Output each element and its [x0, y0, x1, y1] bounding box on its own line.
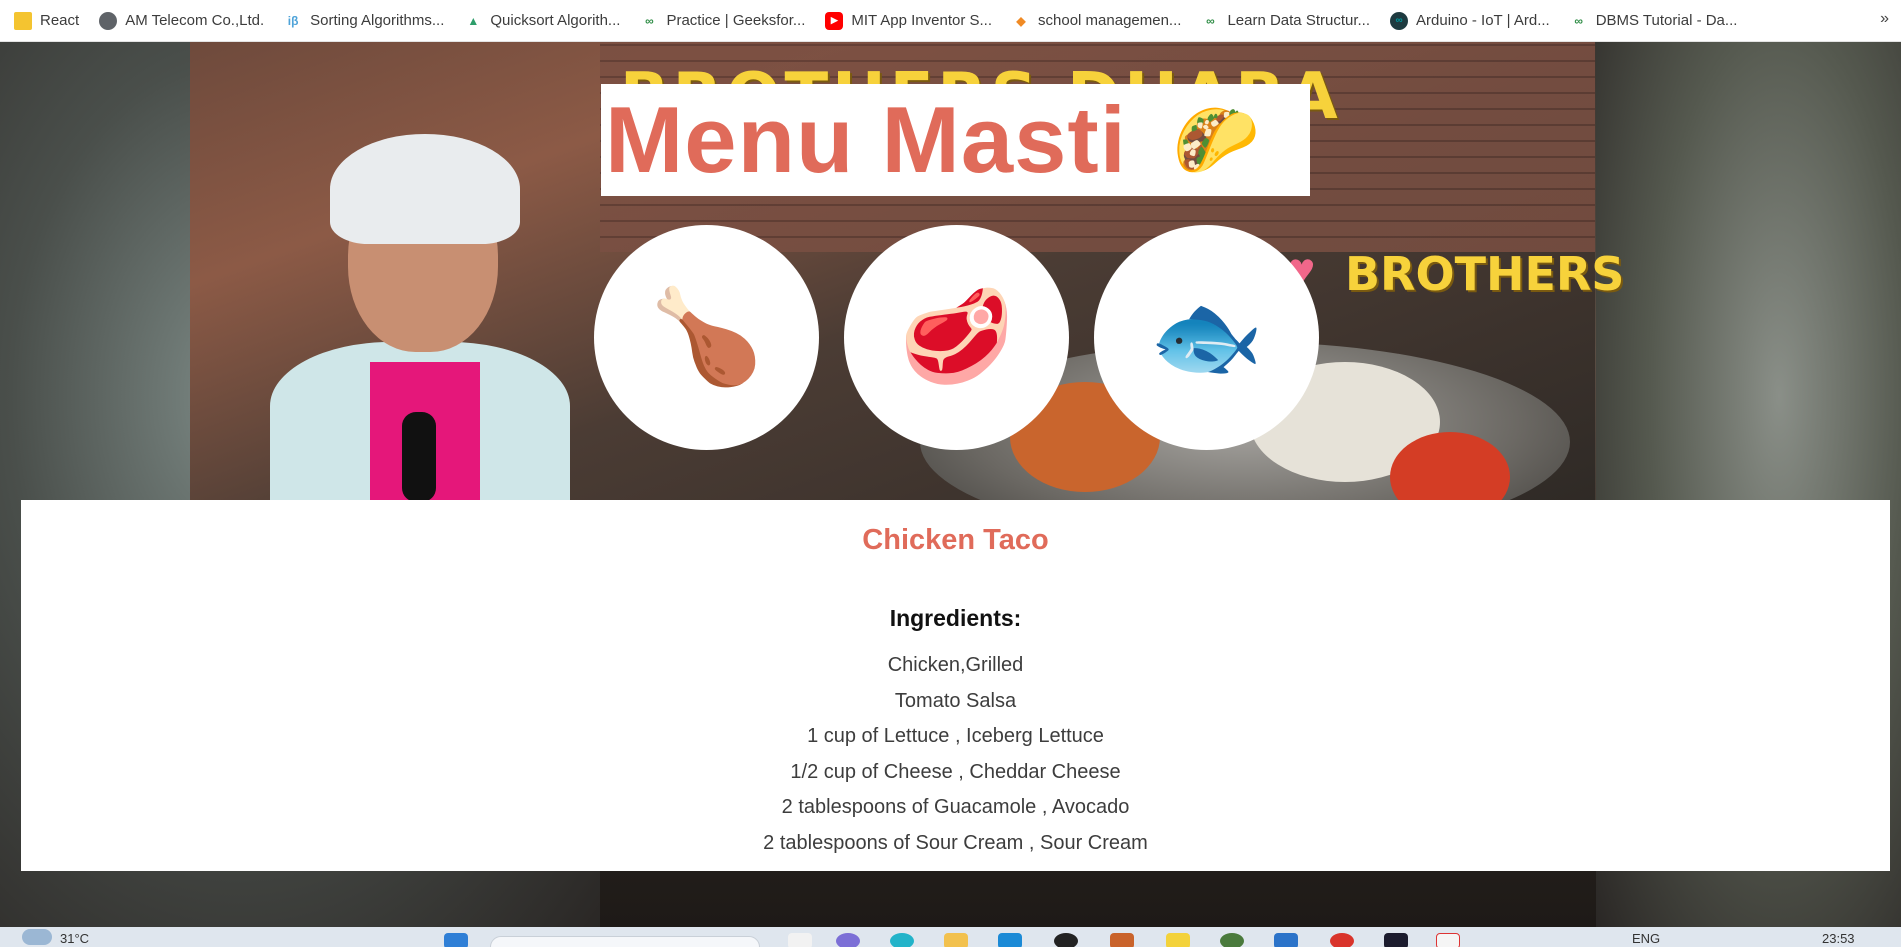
ingredients-heading: Ingredients:	[889, 605, 1022, 631]
bookmark-arduino[interactable]: ∞ Arduino - IoT | Ard...	[1390, 11, 1550, 30]
folder-icon[interactable]	[944, 933, 968, 947]
ingredient-item: 2 tablespoons of Guacamole , Avocado	[781, 796, 1130, 818]
taskbar-app-icon[interactable]	[1436, 933, 1460, 947]
ingredient-item: Tomato Salsa	[894, 689, 1017, 712]
restaurant-sign-secondary: BROTHERS	[1345, 247, 1625, 301]
folder-icon	[14, 11, 32, 30]
site-title: Menu Masti	[605, 87, 1127, 192]
diamond-icon: ◆	[1016, 13, 1026, 28]
bookmark-school-management[interactable]: ◆ school managemen...	[1012, 12, 1181, 30]
meat-icon: 🥩	[899, 286, 1014, 388]
microphone	[402, 412, 436, 502]
recipe-panel: Chicken Taco Ingredients: Chicken,Grille…	[21, 500, 1890, 871]
taskbar-app-icon[interactable]	[890, 933, 914, 947]
bookmark-mit-app-inventor[interactable]: ▶ MIT App Inventor S...	[825, 11, 993, 30]
bookmark-quicksort[interactable]: ▲ Quicksort Algorith...	[464, 12, 620, 30]
bookmark-label: Practice | Geeksfor...	[666, 12, 806, 29]
bookmark-am-telecom[interactable]: AM Telecom Co.,Ltd.	[99, 11, 265, 30]
taco-icon: 🌮	[1172, 101, 1260, 179]
bookmark-label: DBMS Tutorial - Da...	[1595, 12, 1738, 29]
bookmark-practice-gfg[interactable]: ∞ Practice | Geeksfor...	[640, 12, 805, 30]
ingredients-list: Chicken,Grilled Tomato Salsa 1 cup of Le…	[21, 648, 1890, 861]
windows-start-icon[interactable]	[444, 933, 468, 947]
host-person	[270, 92, 570, 502]
taskbar-app-icon[interactable]	[1274, 933, 1298, 947]
gfg-icon: ∞	[1574, 13, 1583, 28]
taskbar-app-icon[interactable]	[788, 933, 812, 947]
bookmark-dbms-tutorial[interactable]: ∞ DBMS Tutorial - Da...	[1570, 12, 1738, 30]
bookmark-label: Learn Data Structur...	[1227, 12, 1371, 29]
ingredient-item: 1/2 cup of Cheese , Cheddar Cheese	[790, 760, 1121, 783]
weather-temperature[interactable]: 31°C	[60, 931, 89, 946]
chart-icon: ▲	[467, 13, 480, 28]
bookmark-react[interactable]: React	[14, 11, 80, 30]
gfg-icon: ∞	[1206, 13, 1215, 28]
bookmark-label: MIT App Inventor S...	[851, 12, 993, 29]
taskbar-app-icon[interactable]	[1166, 933, 1190, 947]
bookmark-label: Arduino - IoT | Ard...	[1416, 12, 1550, 29]
ingredient-item: Chicken,Grilled	[887, 654, 1024, 676]
youtube-icon: ▶	[825, 11, 844, 30]
clock[interactable]: 23:53	[1822, 931, 1855, 946]
bookmark-label: school managemen...	[1038, 12, 1182, 29]
bookmark-label: Sorting Algorithms...	[310, 12, 445, 29]
bookmark-label: AM Telecom Co.,Ltd.	[125, 12, 265, 29]
bookmark-label: Quicksort Algorith...	[490, 12, 621, 29]
taskbar-app-icon[interactable]	[1110, 933, 1134, 947]
bookmark-label: React	[40, 12, 80, 29]
taskbar-app-icon[interactable]	[1220, 933, 1244, 947]
gfg-icon: ∞	[645, 13, 654, 28]
drumstick-icon: 🍗	[649, 286, 764, 388]
taskbar-app-icon[interactable]	[836, 933, 860, 947]
site-banner: Menu Masti 🌮	[601, 84, 1310, 196]
bookmarks-bar: React AM Telecom Co.,Ltd. iβ Sorting Alg…	[0, 0, 1901, 42]
ingredient-item: 1 cup of Lettuce , Iceberg Lettuce	[807, 725, 1104, 747]
language-indicator[interactable]: ENG	[1632, 931, 1660, 946]
arduino-icon: ∞	[1390, 11, 1409, 30]
bookmark-sorting-algorithms[interactable]: iβ Sorting Algorithms...	[284, 12, 445, 30]
os-taskbar: 31°C ENG 23:53	[0, 927, 1901, 947]
category-meat-button[interactable]: 🥩	[844, 225, 1069, 450]
taskbar-app-icon[interactable]	[1384, 933, 1408, 947]
globe-icon	[99, 11, 118, 30]
category-fish-button[interactable]: 🐟	[1094, 225, 1319, 450]
ib-logo-icon: iβ	[287, 13, 299, 28]
taskbar-app-icon[interactable]	[1054, 933, 1078, 947]
recipe-title: Chicken Taco	[862, 524, 1049, 556]
taskbar-app-icon[interactable]	[998, 933, 1022, 947]
fish-icon: 🐟	[1149, 286, 1264, 388]
taskbar-app-icon[interactable]	[1330, 933, 1354, 947]
category-chicken-button[interactable]: 🍗	[594, 225, 819, 450]
ingredient-item: 2 tablespoons of Sour Cream , Sour Cream	[763, 831, 1148, 854]
bookmark-learn-data-structures[interactable]: ∞ Learn Data Structur...	[1201, 12, 1370, 30]
taskbar-search-input[interactable]	[490, 936, 760, 947]
more-bookmarks-icon[interactable]: »	[1880, 10, 1889, 28]
weather-icon[interactable]	[22, 929, 52, 945]
